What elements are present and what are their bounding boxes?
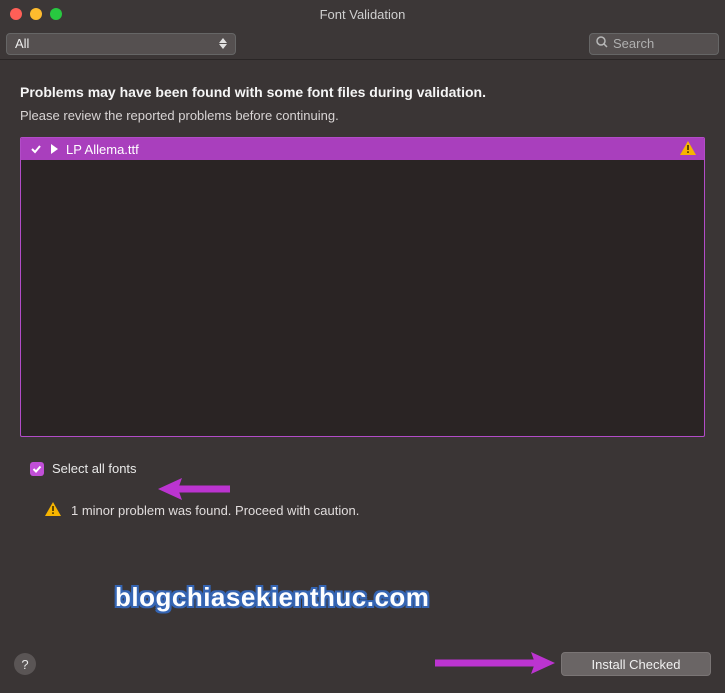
select-all-row: Select all fonts <box>30 461 695 476</box>
font-list-row[interactable]: LP Allema.ttf <box>21 138 704 160</box>
watermark-text: blogchiasekienthuc.com <box>115 582 429 613</box>
footer: ? Install Checked <box>0 643 725 693</box>
status-row: 1 minor problem was found. Proceed with … <box>45 502 695 519</box>
font-row-checkbox[interactable] <box>29 142 43 156</box>
warning-icon <box>45 502 61 519</box>
warning-icon <box>680 141 696 158</box>
disclosure-triangle-icon[interactable] <box>51 144 58 154</box>
chevron-up-down-icon <box>219 38 227 49</box>
titlebar: Font Validation <box>0 0 725 28</box>
help-icon: ? <box>21 657 28 672</box>
install-button-label: Install Checked <box>592 657 681 672</box>
search-field[interactable] <box>589 33 719 55</box>
filter-dropdown-value: All <box>15 36 29 51</box>
content-area: Problems may have been found with some f… <box>0 60 725 437</box>
font-row-name: LP Allema.ttf <box>66 142 139 157</box>
status-text: 1 minor problem was found. Proceed with … <box>71 503 359 518</box>
help-button[interactable]: ? <box>14 653 36 675</box>
options-area: Select all fonts 1 minor problem was fou… <box>0 437 725 519</box>
validation-subheading: Please review the reported problems befo… <box>20 108 705 123</box>
window-title: Font Validation <box>0 7 725 22</box>
validation-heading: Problems may have been found with some f… <box>20 84 705 100</box>
filter-dropdown[interactable]: All <box>6 33 236 55</box>
search-input[interactable] <box>613 36 712 51</box>
search-icon <box>596 36 608 51</box>
install-checked-button[interactable]: Install Checked <box>561 652 711 676</box>
select-all-checkbox[interactable] <box>30 462 44 476</box>
font-listbox[interactable]: LP Allema.ttf <box>20 137 705 437</box>
toolbar: All <box>0 28 725 60</box>
select-all-label: Select all fonts <box>52 461 137 476</box>
